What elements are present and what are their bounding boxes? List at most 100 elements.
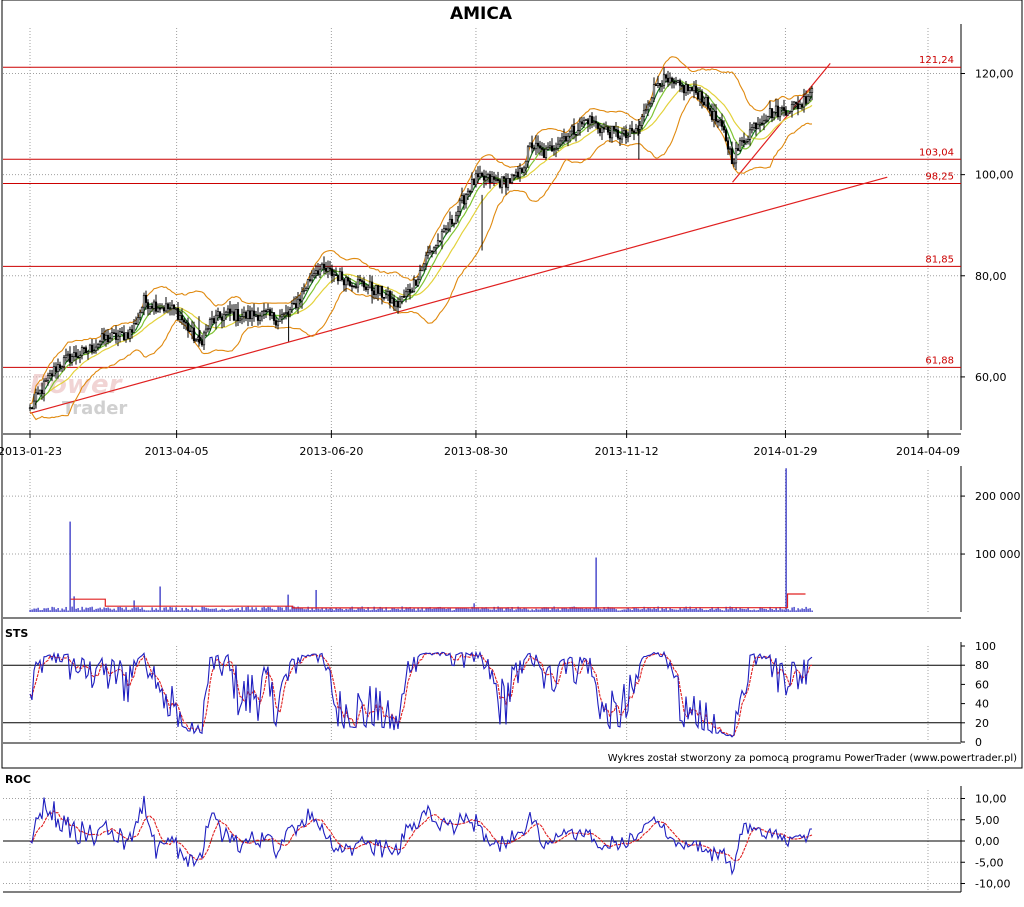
candle-body (668, 77, 672, 83)
candle-body (520, 168, 524, 173)
candle-body (246, 310, 250, 319)
volume-bar (85, 607, 87, 612)
volume-bar (605, 609, 607, 612)
volume-bar (139, 608, 141, 612)
volume-bar (705, 609, 707, 612)
candle (586, 118, 590, 132)
candle-body (582, 120, 586, 125)
candle-body (776, 105, 780, 118)
candle-body (80, 347, 84, 356)
sts-tick-label: 60 (975, 678, 989, 691)
candle (242, 306, 246, 323)
volume-bar (531, 609, 533, 612)
candle (520, 167, 524, 173)
candle-body (344, 277, 348, 286)
candle-body (432, 247, 436, 252)
candle-body (86, 351, 90, 354)
candle (754, 121, 758, 136)
volume-bar (389, 610, 391, 612)
candle-body (362, 281, 366, 288)
candle (596, 122, 600, 134)
candle (374, 284, 378, 299)
candle-body (672, 81, 676, 84)
candle-body (598, 128, 602, 133)
volume-bar (177, 609, 179, 612)
volume-bar (151, 607, 153, 612)
candle-body (202, 332, 206, 346)
candle (750, 124, 754, 134)
candle-body (620, 133, 624, 140)
volume-bar (783, 609, 785, 612)
volume-bar (337, 608, 339, 612)
volume-bar (811, 610, 813, 612)
candle-body (638, 125, 642, 130)
candle (380, 285, 384, 305)
candle-body (642, 109, 646, 118)
volume-bar (727, 609, 729, 612)
volume-bar (263, 606, 265, 612)
candle-body (390, 298, 394, 304)
volume-bar (505, 607, 507, 612)
candle (688, 86, 692, 94)
candle-body (536, 142, 540, 146)
volume-bar (83, 609, 85, 612)
candle-body (284, 312, 288, 314)
volume-bar (75, 608, 77, 612)
candle (378, 285, 382, 296)
candle-body (106, 334, 110, 343)
candle-body (538, 145, 542, 149)
candle-body (686, 84, 690, 91)
candle (806, 93, 810, 104)
volume-bar (221, 608, 223, 612)
volume-bar (537, 609, 539, 612)
candle-body (120, 331, 124, 334)
volume-bar (121, 607, 123, 612)
candle (118, 328, 122, 343)
level-label: 61,88 (925, 355, 954, 366)
candle-body (306, 279, 310, 289)
volume-bar (187, 609, 189, 612)
candle (170, 300, 174, 316)
candle-body (294, 303, 298, 309)
candle-body (404, 291, 408, 297)
candle-body (436, 240, 440, 246)
volume-bar (355, 609, 357, 612)
volume-bar (243, 610, 245, 612)
candle-body (680, 85, 684, 87)
candle-body (490, 176, 494, 183)
candle-body (254, 314, 258, 317)
sts-tick-label: 20 (975, 717, 989, 730)
candle-body (532, 147, 536, 150)
candle (238, 316, 242, 324)
candle-body (564, 136, 568, 142)
volume-bar (211, 608, 213, 612)
candle-body (322, 263, 326, 269)
candle-body (280, 314, 284, 318)
volume-bar (423, 610, 425, 612)
candle (328, 260, 332, 275)
candle (320, 262, 324, 270)
volume-bar (93, 609, 95, 612)
volume-bar (59, 610, 61, 612)
candle-body (302, 290, 306, 292)
candle-body (342, 279, 346, 286)
candle-body (616, 129, 620, 139)
ma-mid-line (29, 80, 813, 409)
volume-bar (359, 608, 361, 612)
candle-body (788, 111, 792, 114)
volume-bar (143, 609, 145, 612)
candle-body (260, 311, 264, 317)
candle-body (488, 174, 492, 183)
candle (200, 335, 204, 347)
candle-body (132, 323, 136, 333)
candle-body (554, 148, 558, 150)
candle-body (102, 333, 106, 340)
candle-body (644, 109, 648, 112)
volume-bar (587, 608, 589, 612)
candle-body (492, 176, 496, 180)
candle-body (30, 407, 34, 410)
candle (662, 67, 666, 89)
volume-bar (279, 607, 281, 612)
candle-body (234, 309, 238, 321)
volume-bar (241, 607, 243, 612)
